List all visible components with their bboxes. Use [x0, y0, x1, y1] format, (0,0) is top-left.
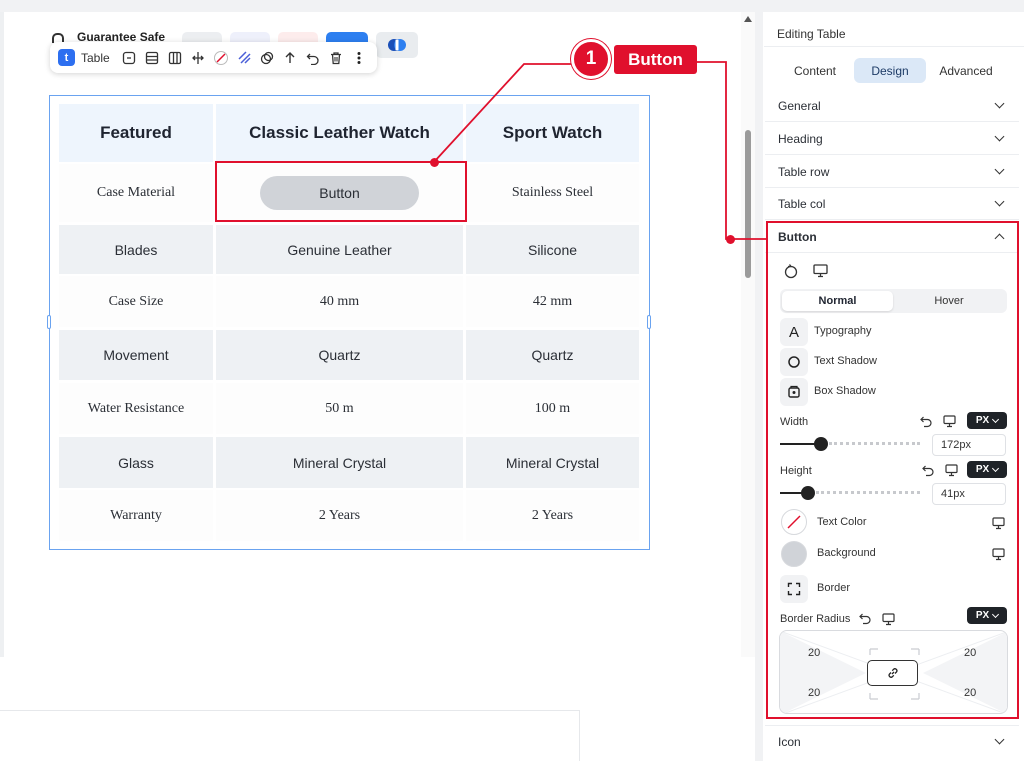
annotation-dot — [430, 158, 439, 167]
annotation-label: Button — [614, 45, 697, 74]
annotation-number-badge: 1 — [571, 39, 611, 79]
annotation-dot — [726, 235, 735, 244]
annotation-connectors — [433, 61, 766, 240]
